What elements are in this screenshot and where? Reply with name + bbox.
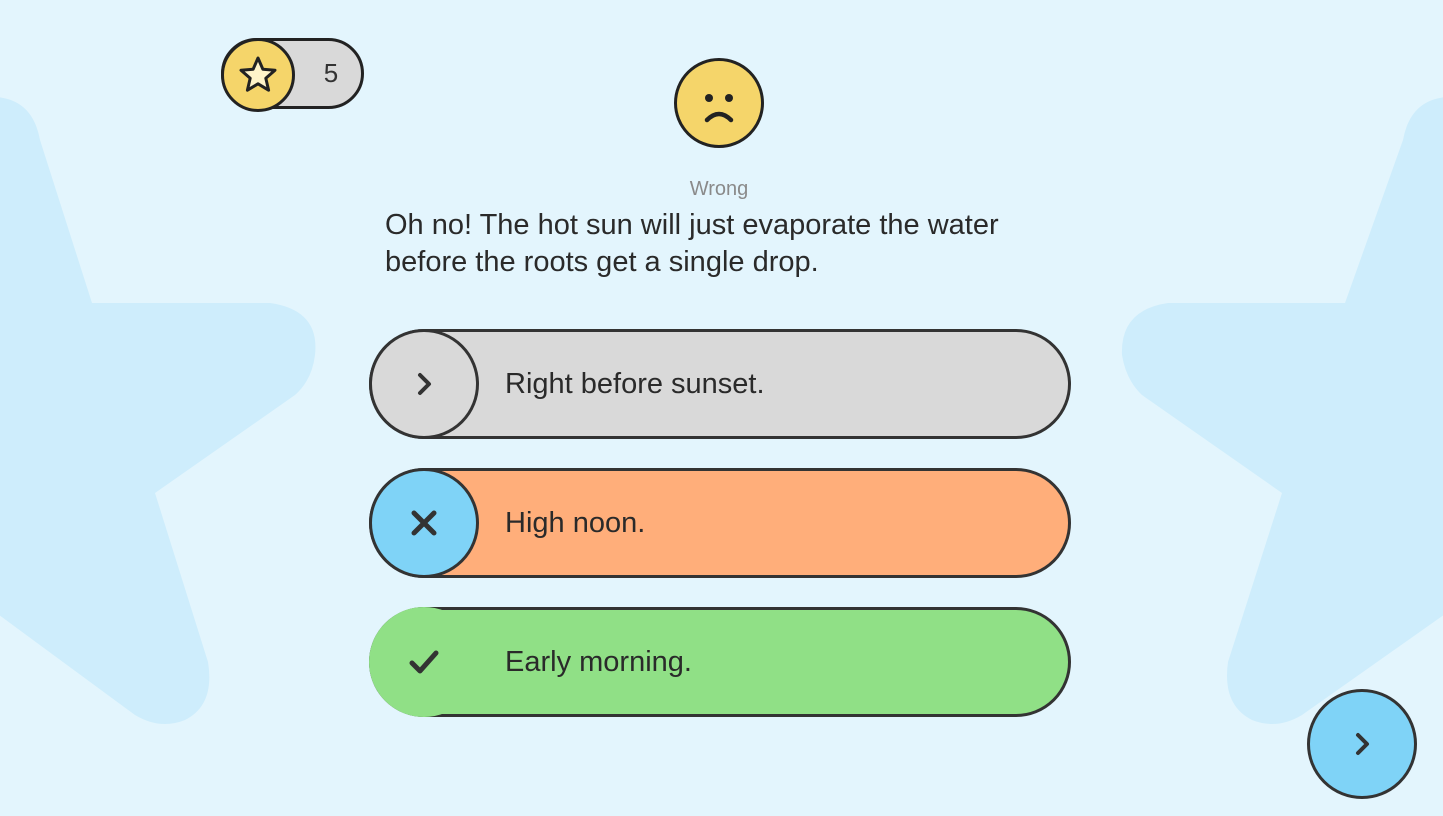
background-star-left (0, 97, 316, 724)
score-counter: 5 (221, 38, 364, 112)
answer-option-1[interactable]: Right before sunset. (369, 329, 1071, 439)
checkmark-icon (369, 607, 479, 717)
answer-option-2[interactable]: High noon. (369, 468, 1071, 578)
chevron-right-icon (369, 329, 479, 439)
answer-option-3[interactable]: Early morning. (369, 607, 1071, 717)
close-icon (369, 468, 479, 578)
answer-option-1-label: Right before sunset. (505, 368, 765, 400)
star-icon (221, 38, 295, 112)
answer-option-2-label: High noon. (505, 507, 646, 539)
score-value: 5 (323, 58, 339, 88)
background-star-right (1121, 97, 1443, 724)
sad-face-icon (674, 58, 764, 148)
result-label: Wrong (689, 178, 749, 200)
answer-option-3-label: Early morning. (505, 646, 692, 678)
chevron-right-icon (1356, 733, 1369, 755)
feedback-text: Oh no! The hot sun will just evaporate t… (385, 209, 999, 278)
next-button[interactable] (1307, 689, 1417, 799)
